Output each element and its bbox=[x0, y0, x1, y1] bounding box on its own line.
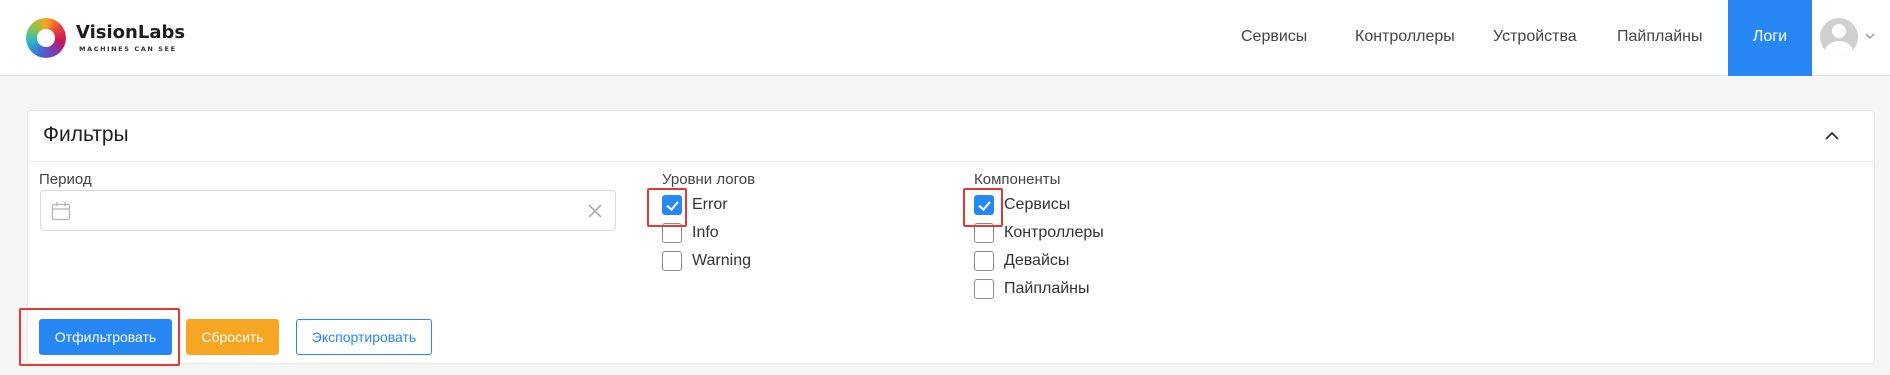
brand-tagline: MACHINES CAN SEE bbox=[79, 45, 177, 53]
nav-item-pipelines[interactable]: Пайплайны bbox=[1617, 0, 1703, 76]
checkbox-warning[interactable] bbox=[662, 251, 682, 271]
calendar-icon bbox=[51, 202, 71, 221]
component-services-label: Сервисы bbox=[1004, 196, 1071, 213]
chevron-up-icon[interactable] bbox=[1820, 124, 1844, 148]
filters-panel: Фильтры Период Уровни логов Error Info W… bbox=[27, 110, 1875, 364]
log-level-warning-label: Warning bbox=[692, 252, 751, 269]
nav-item-logs[interactable]: Логи bbox=[1728, 0, 1812, 76]
log-level-warning[interactable]: Warning bbox=[662, 250, 751, 272]
brand-logo[interactable]: VisionLabs MACHINES CAN SEE bbox=[26, 17, 185, 59]
nav-item-controllers[interactable]: Контроллеры bbox=[1355, 0, 1455, 76]
component-controllers-label: Контроллеры bbox=[1004, 224, 1104, 241]
filters-header: Фильтры bbox=[28, 111, 1874, 162]
log-level-error-label: Error bbox=[692, 196, 728, 213]
component-devices-label: Девайсы bbox=[1004, 252, 1070, 269]
avatar-icon[interactable] bbox=[1820, 18, 1858, 56]
highlight-box-error bbox=[647, 188, 687, 227]
highlight-box-services bbox=[963, 188, 1003, 227]
log-levels-label: Уровни логов bbox=[662, 171, 756, 188]
log-level-info-label: Info bbox=[692, 224, 719, 241]
clear-icon[interactable] bbox=[585, 201, 605, 221]
chevron-down-icon[interactable] bbox=[1862, 28, 1878, 44]
period-label: Период bbox=[39, 171, 92, 188]
brand-name: VisionLabs bbox=[76, 22, 186, 43]
nav-item-services[interactable]: Сервисы bbox=[1241, 0, 1307, 76]
highlight-box-filter-button bbox=[19, 308, 180, 366]
components-label: Компоненты bbox=[974, 171, 1061, 188]
export-button[interactable]: Экспортировать bbox=[296, 319, 432, 355]
filters-title: Фильтры bbox=[43, 123, 129, 146]
period-date-input[interactable] bbox=[40, 190, 616, 231]
component-pipelines[interactable]: Пайплайны bbox=[974, 278, 1090, 300]
checkbox-pipelines[interactable] bbox=[974, 279, 994, 299]
top-header: VisionLabs MACHINES CAN SEE Сервисы Конт… bbox=[0, 0, 1890, 76]
component-devices[interactable]: Девайсы bbox=[974, 250, 1069, 272]
component-pipelines-label: Пайплайны bbox=[1004, 280, 1090, 297]
nav-item-devices[interactable]: Устройства bbox=[1493, 0, 1577, 76]
logo-text: VisionLabs MACHINES CAN SEE bbox=[76, 22, 186, 54]
logo-ring-icon bbox=[26, 18, 66, 58]
checkbox-devices[interactable] bbox=[974, 251, 994, 271]
reset-button[interactable]: Сбросить bbox=[186, 319, 279, 355]
